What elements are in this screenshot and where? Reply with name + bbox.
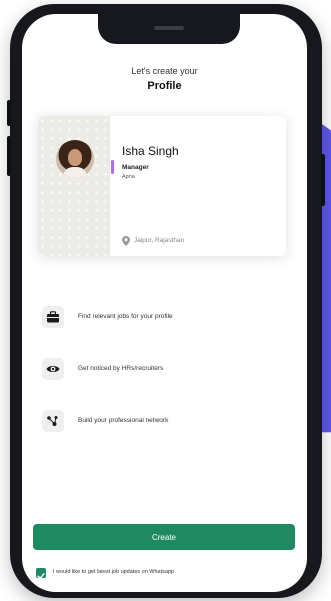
feature-label: Get noticed by HRs/recruiters bbox=[78, 365, 164, 372]
location-pin-icon bbox=[122, 236, 130, 246]
feature-label: Build your professional network bbox=[78, 417, 169, 424]
page-title: Profile bbox=[147, 80, 182, 92]
phone-volume-down-button bbox=[7, 136, 11, 176]
app-screen: Let's create your Profile Isha Singh Man… bbox=[22, 14, 307, 592]
feature-item-jobs: Find relevant jobs for your profile bbox=[42, 306, 292, 328]
phone-power-button bbox=[321, 154, 325, 206]
feature-label: Find relevant jobs for your profile bbox=[78, 313, 173, 320]
eye-icon bbox=[46, 366, 60, 372]
briefcase-icon bbox=[47, 311, 59, 323]
check-icon bbox=[37, 573, 45, 579]
profile-company: Apna bbox=[122, 174, 135, 180]
create-button[interactable]: Create bbox=[33, 524, 295, 550]
avatar bbox=[56, 140, 94, 178]
profile-name: Isha Singh bbox=[122, 144, 179, 158]
profile-location: Jaipur, Rajasthan bbox=[134, 237, 185, 244]
whatsapp-optin-label[interactable]: I would like to get latest job updates o… bbox=[53, 569, 174, 575]
profile-role: Manager bbox=[122, 164, 149, 171]
accent-mark bbox=[111, 160, 114, 174]
feature-item-network: Build your professional network bbox=[42, 410, 292, 432]
feature-item-noticed: Get noticed by HRs/recruiters bbox=[42, 358, 292, 380]
network-icon bbox=[47, 416, 58, 426]
speaker-grille bbox=[154, 26, 184, 30]
phone-volume-up-button bbox=[7, 100, 11, 126]
card-pattern bbox=[38, 116, 110, 256]
profile-card: Isha Singh Manager Apna Jaipur, Rajastha… bbox=[38, 116, 286, 256]
whatsapp-checkbox[interactable] bbox=[36, 568, 46, 579]
header-subtitle: Let's create your bbox=[131, 66, 198, 76]
phone-notch bbox=[98, 14, 240, 44]
